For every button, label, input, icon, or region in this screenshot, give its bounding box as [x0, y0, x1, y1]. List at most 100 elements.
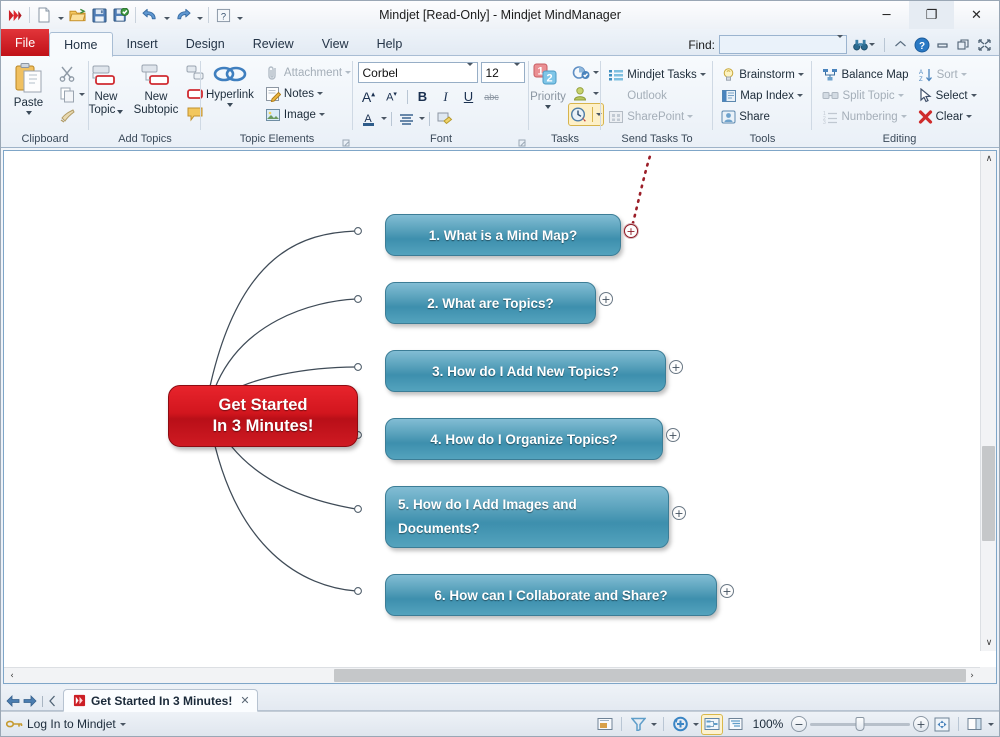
topic-1[interactable]: 1. What is a Mind Map?: [385, 214, 621, 256]
new-subtopic-button[interactable]: New Subtopic: [129, 61, 183, 117]
progress-button[interactable]: [569, 62, 603, 83]
login-dropdown-arrow[interactable]: [120, 723, 126, 726]
new-topic-button[interactable]: New Topic: [83, 61, 129, 117]
font-name-combobox[interactable]: Corbel: [358, 62, 478, 83]
document-tab-get-started[interactable]: Get Started In 3 Minutes! ✕: [63, 689, 258, 712]
align-text-dropdown-arrow[interactable]: [419, 117, 425, 120]
refresh-dropdown-arrow[interactable]: [693, 723, 699, 726]
horizontal-scroll-thumb[interactable]: [334, 669, 966, 682]
attachment-dropdown-arrow[interactable]: [345, 71, 351, 74]
new-document-icon[interactable]: [34, 4, 54, 26]
task-pane-button[interactable]: [965, 715, 985, 734]
save-upload-icon[interactable]: [111, 4, 131, 26]
outlook-button[interactable]: Outlook: [605, 85, 708, 106]
italic-button[interactable]: I: [435, 86, 457, 107]
minimize-button[interactable]: ─: [864, 1, 909, 29]
horizontal-scrollbar[interactable]: ‹ ›: [4, 667, 996, 683]
topic-6[interactable]: 6. How can I Collaborate and Share?: [385, 574, 717, 616]
topic-3-expander[interactable]: +: [669, 360, 683, 374]
tab-view[interactable]: View: [308, 31, 363, 56]
topic-2-expander[interactable]: +: [599, 292, 613, 306]
topic-4[interactable]: 4. How do I Organize Topics?: [385, 418, 663, 460]
split-topic-button[interactable]: Split Topic: [819, 85, 911, 106]
presentation-mode-button[interactable]: [595, 715, 615, 734]
brainstorm-button[interactable]: Brainstorm: [718, 64, 807, 85]
vertical-scrollbar[interactable]: ∧ ∨: [980, 151, 996, 651]
image-button[interactable]: Image: [262, 104, 354, 125]
numbering-dropdown-arrow[interactable]: [901, 115, 907, 118]
paste-button[interactable]: Paste: [3, 61, 55, 116]
minimize-ribbon-icon[interactable]: [934, 36, 951, 53]
map-index-button[interactable]: Map Index: [718, 85, 807, 106]
redo-icon[interactable]: [173, 4, 193, 26]
find-dropdown-icon[interactable]: [837, 38, 843, 52]
bold-button[interactable]: B: [412, 86, 434, 107]
brainstorm-dropdown-arrow[interactable]: [798, 73, 804, 76]
topic-3[interactable]: 3. How do I Add New Topics?: [385, 350, 666, 392]
zoom-slider[interactable]: [810, 716, 910, 732]
font-name-dropdown-arrow[interactable]: [467, 63, 473, 80]
clear-dropdown-arrow[interactable]: [966, 115, 972, 118]
grow-font-button[interactable]: A▴: [358, 86, 380, 107]
first-tab-icon[interactable]: [48, 695, 57, 707]
split-topic-dropdown-arrow[interactable]: [898, 94, 904, 97]
find-text-field[interactable]: [723, 38, 833, 52]
select-dropdown-arrow[interactable]: [971, 94, 977, 97]
image-dropdown-arrow[interactable]: [319, 113, 325, 116]
filter-dropdown-arrow[interactable]: [651, 723, 657, 726]
filter-button[interactable]: [628, 715, 648, 734]
zoom-in-button[interactable]: +: [913, 716, 929, 732]
task-pane-dropdown-arrow[interactable]: [988, 723, 994, 726]
clear-button[interactable]: Clear: [915, 106, 980, 127]
mind-map-canvas[interactable]: Get Started In 3 Minutes! 1. What is a M…: [4, 151, 996, 667]
resources-dropdown-arrow[interactable]: [593, 92, 599, 95]
font-color-dropdown-arrow[interactable]: [381, 117, 387, 120]
map-index-dropdown-arrow[interactable]: [797, 94, 803, 97]
scroll-left-button[interactable]: ‹: [4, 668, 20, 684]
zoom-slider-knob[interactable]: [856, 717, 865, 731]
sharepoint-dropdown-arrow[interactable]: [687, 115, 693, 118]
fit-to-window-button[interactable]: [932, 715, 952, 734]
customize-qat-icon[interactable]: [235, 4, 244, 26]
notes-dropdown-arrow[interactable]: [317, 92, 323, 95]
outline-view-button[interactable]: [725, 715, 745, 734]
font-size-combobox[interactable]: 12: [481, 62, 525, 83]
close-ribbon-icon[interactable]: [976, 36, 993, 53]
hyperlink-dropdown-arrow[interactable]: [227, 103, 233, 107]
select-button[interactable]: Select: [915, 85, 980, 106]
underline-button[interactable]: U: [458, 86, 480, 107]
save-icon[interactable]: [89, 4, 109, 26]
font-size-dropdown-arrow[interactable]: [514, 63, 520, 80]
help-icon[interactable]: ?: [213, 4, 233, 26]
home-up-icon[interactable]: [892, 36, 909, 53]
highlight-button[interactable]: [434, 108, 456, 129]
login-to-mindjet-button[interactable]: Log In to Mindjet: [6, 717, 126, 731]
tab-help[interactable]: Help: [363, 31, 417, 56]
paste-dropdown-arrow[interactable]: [26, 111, 32, 115]
sharepoint-button[interactable]: SharePoint: [605, 106, 708, 127]
task-info-button[interactable]: [569, 104, 603, 125]
topic-2[interactable]: 2. What are Topics?: [385, 282, 596, 324]
tab-review[interactable]: Review: [239, 31, 308, 56]
maximize-restore-button[interactable]: ❐: [909, 1, 954, 29]
restore-window-icon[interactable]: [955, 36, 972, 53]
forward-arrow-icon[interactable]: [23, 695, 37, 707]
mindjet-tasks-dropdown-arrow[interactable]: [700, 73, 706, 76]
fit-map-button[interactable]: [702, 715, 722, 734]
progress-dropdown-arrow[interactable]: [593, 71, 599, 74]
strikethrough-button[interactable]: abc: [481, 86, 503, 107]
topic-elements-dialog-launcher[interactable]: [342, 137, 351, 146]
align-text-button[interactable]: [396, 108, 418, 129]
shrink-font-button[interactable]: A▾: [381, 86, 403, 107]
mindjet-logo-icon[interactable]: [5, 4, 25, 26]
zoom-out-button[interactable]: −: [791, 716, 807, 732]
resources-button[interactable]: [569, 83, 603, 104]
vertical-scroll-thumb[interactable]: [982, 446, 995, 541]
find-input[interactable]: [719, 35, 847, 54]
mindjet-tasks-button[interactable]: Mindjet Tasks: [605, 64, 708, 85]
undo-icon[interactable]: [140, 4, 160, 26]
tab-insert[interactable]: Insert: [113, 31, 172, 56]
notes-button[interactable]: Notes: [262, 83, 354, 104]
hyperlink-button[interactable]: Hyperlink: [200, 61, 260, 108]
tab-home[interactable]: Home: [49, 32, 112, 57]
